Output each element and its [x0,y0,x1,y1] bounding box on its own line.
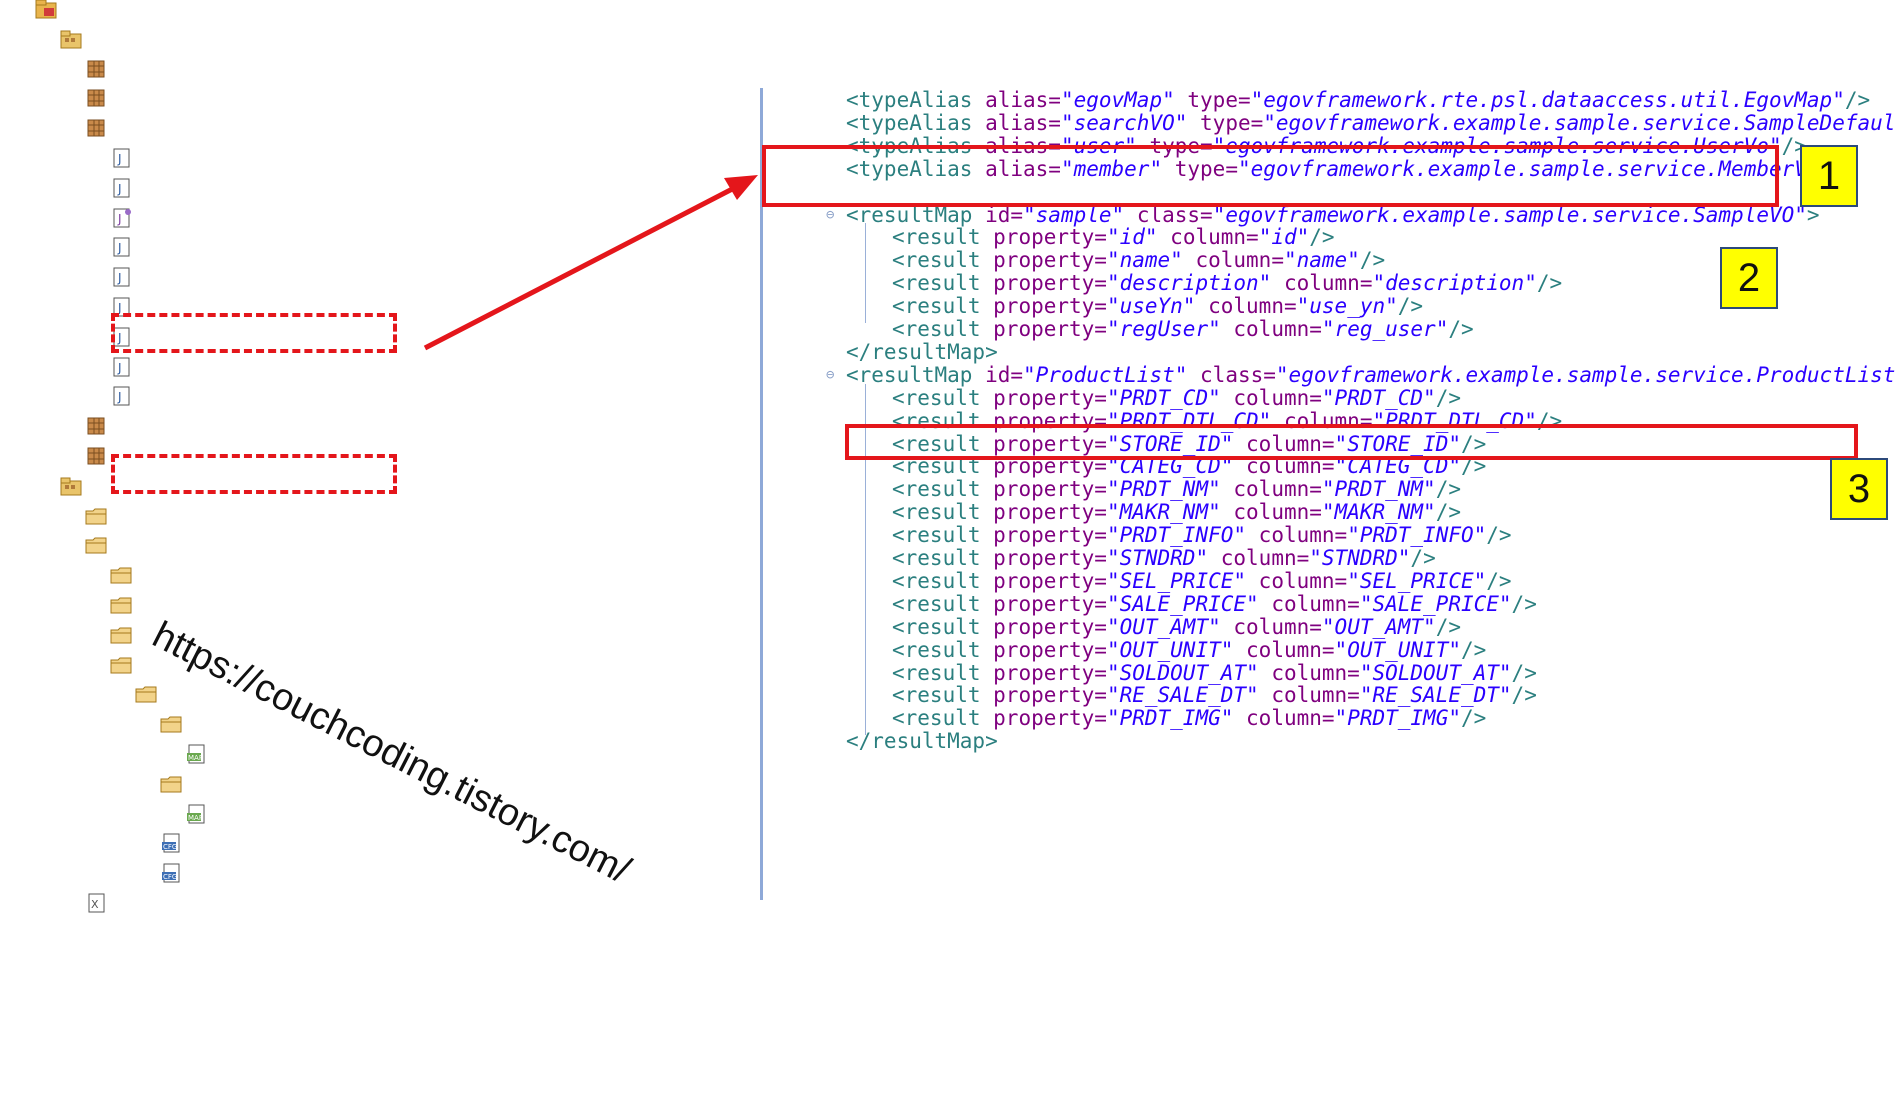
xml-tag: /> [1536,271,1563,296]
xml-tag: /> [1448,317,1474,341]
folder-icon [159,710,185,733]
xml-tag: /> [1486,523,1512,548]
highlight-uservo [111,454,397,494]
xml-attribute: column= [1233,706,1335,731]
xml-value: "PRDT_IMG" [1106,706,1234,731]
folder-icon [109,621,135,644]
tree-item[interactable]: CFG [131,856,193,890]
package-icon [84,84,110,107]
tree-item[interactable]: X [56,886,118,920]
package-icon [84,442,110,465]
folder-icon [84,502,110,525]
editor-ruler [760,88,763,900]
xml-tag: </resultMap> [846,729,998,754]
badge-1: 1 [1800,145,1858,207]
highlight-membervo [111,313,397,353]
xml-value: "PRDT_IMG" [1334,706,1461,731]
svg-text:J: J [117,212,122,226]
code-line[interactable]: </resultMap> [766,727,998,755]
xml-map-file-icon: MAP [184,740,210,764]
folder-icon [109,651,135,674]
xml-value: "reg_user" [1321,317,1449,341]
xml-file-icon: X [84,889,110,913]
java-file-icon: J [109,144,135,168]
java-interface-icon: J [109,204,135,228]
badge-2: 2 [1720,247,1778,309]
svg-text:J: J [117,152,122,166]
svg-text:CFG: CFG [163,873,177,881]
svg-text:X: X [91,898,99,911]
highlight-typealias-lines [762,145,1779,207]
folder-icon [109,591,135,614]
xml-value: "regUser" [1106,317,1221,341]
xml-map-file-icon: MAP [184,800,210,824]
svg-text:MAP: MAP [188,754,203,762]
xml-cfg-file-icon: CFG [159,829,185,853]
code-text: </resultMap> [846,729,998,753]
svg-text:J: J [117,271,122,285]
highlight-productlist-resultmap [845,424,1858,460]
java-file-icon: J [109,382,135,406]
package-icon [84,412,110,435]
badge-3: 3 [1830,458,1888,520]
xml-tag: /> [1511,683,1537,708]
xml-attribute: property= [980,317,1107,341]
xml-attribute: property= [980,706,1107,731]
java-file-icon: J [109,353,135,377]
folder-icon [84,531,110,554]
java-file-icon: J [109,263,135,287]
xml-cfg-file-icon: CFG [159,859,185,883]
svg-text:MAP: MAP [188,814,203,822]
xml-tag: /> [1460,706,1487,731]
svg-text:CFG: CFG [163,843,177,851]
java-file-icon: J [109,293,135,317]
xml-tag: /> [1511,591,1537,616]
folder-icon [159,770,185,793]
project-icon [34,0,60,19]
xml-code-editor[interactable]: <typeAlias alias="egovMap" type="egovfra… [760,88,1895,900]
svg-text:J: J [117,361,122,375]
source-folder-icon [59,25,85,49]
java-file-icon: J [109,233,135,257]
folder-icon [134,680,160,703]
java-file-icon: J [109,174,135,198]
svg-text:J: J [117,182,122,196]
project-explorer-tree: J J J J J J J J J MAP MAP CFG CFG X [0,0,760,1113]
svg-text:J: J [117,241,122,255]
svg-text:J: J [117,390,122,404]
package-icon [84,55,110,78]
package-icon [84,114,110,137]
xml-attribute: column= [1220,317,1322,341]
source-folder-icon [59,472,85,496]
folder-icon [109,561,135,584]
indent-guide [865,223,866,323]
